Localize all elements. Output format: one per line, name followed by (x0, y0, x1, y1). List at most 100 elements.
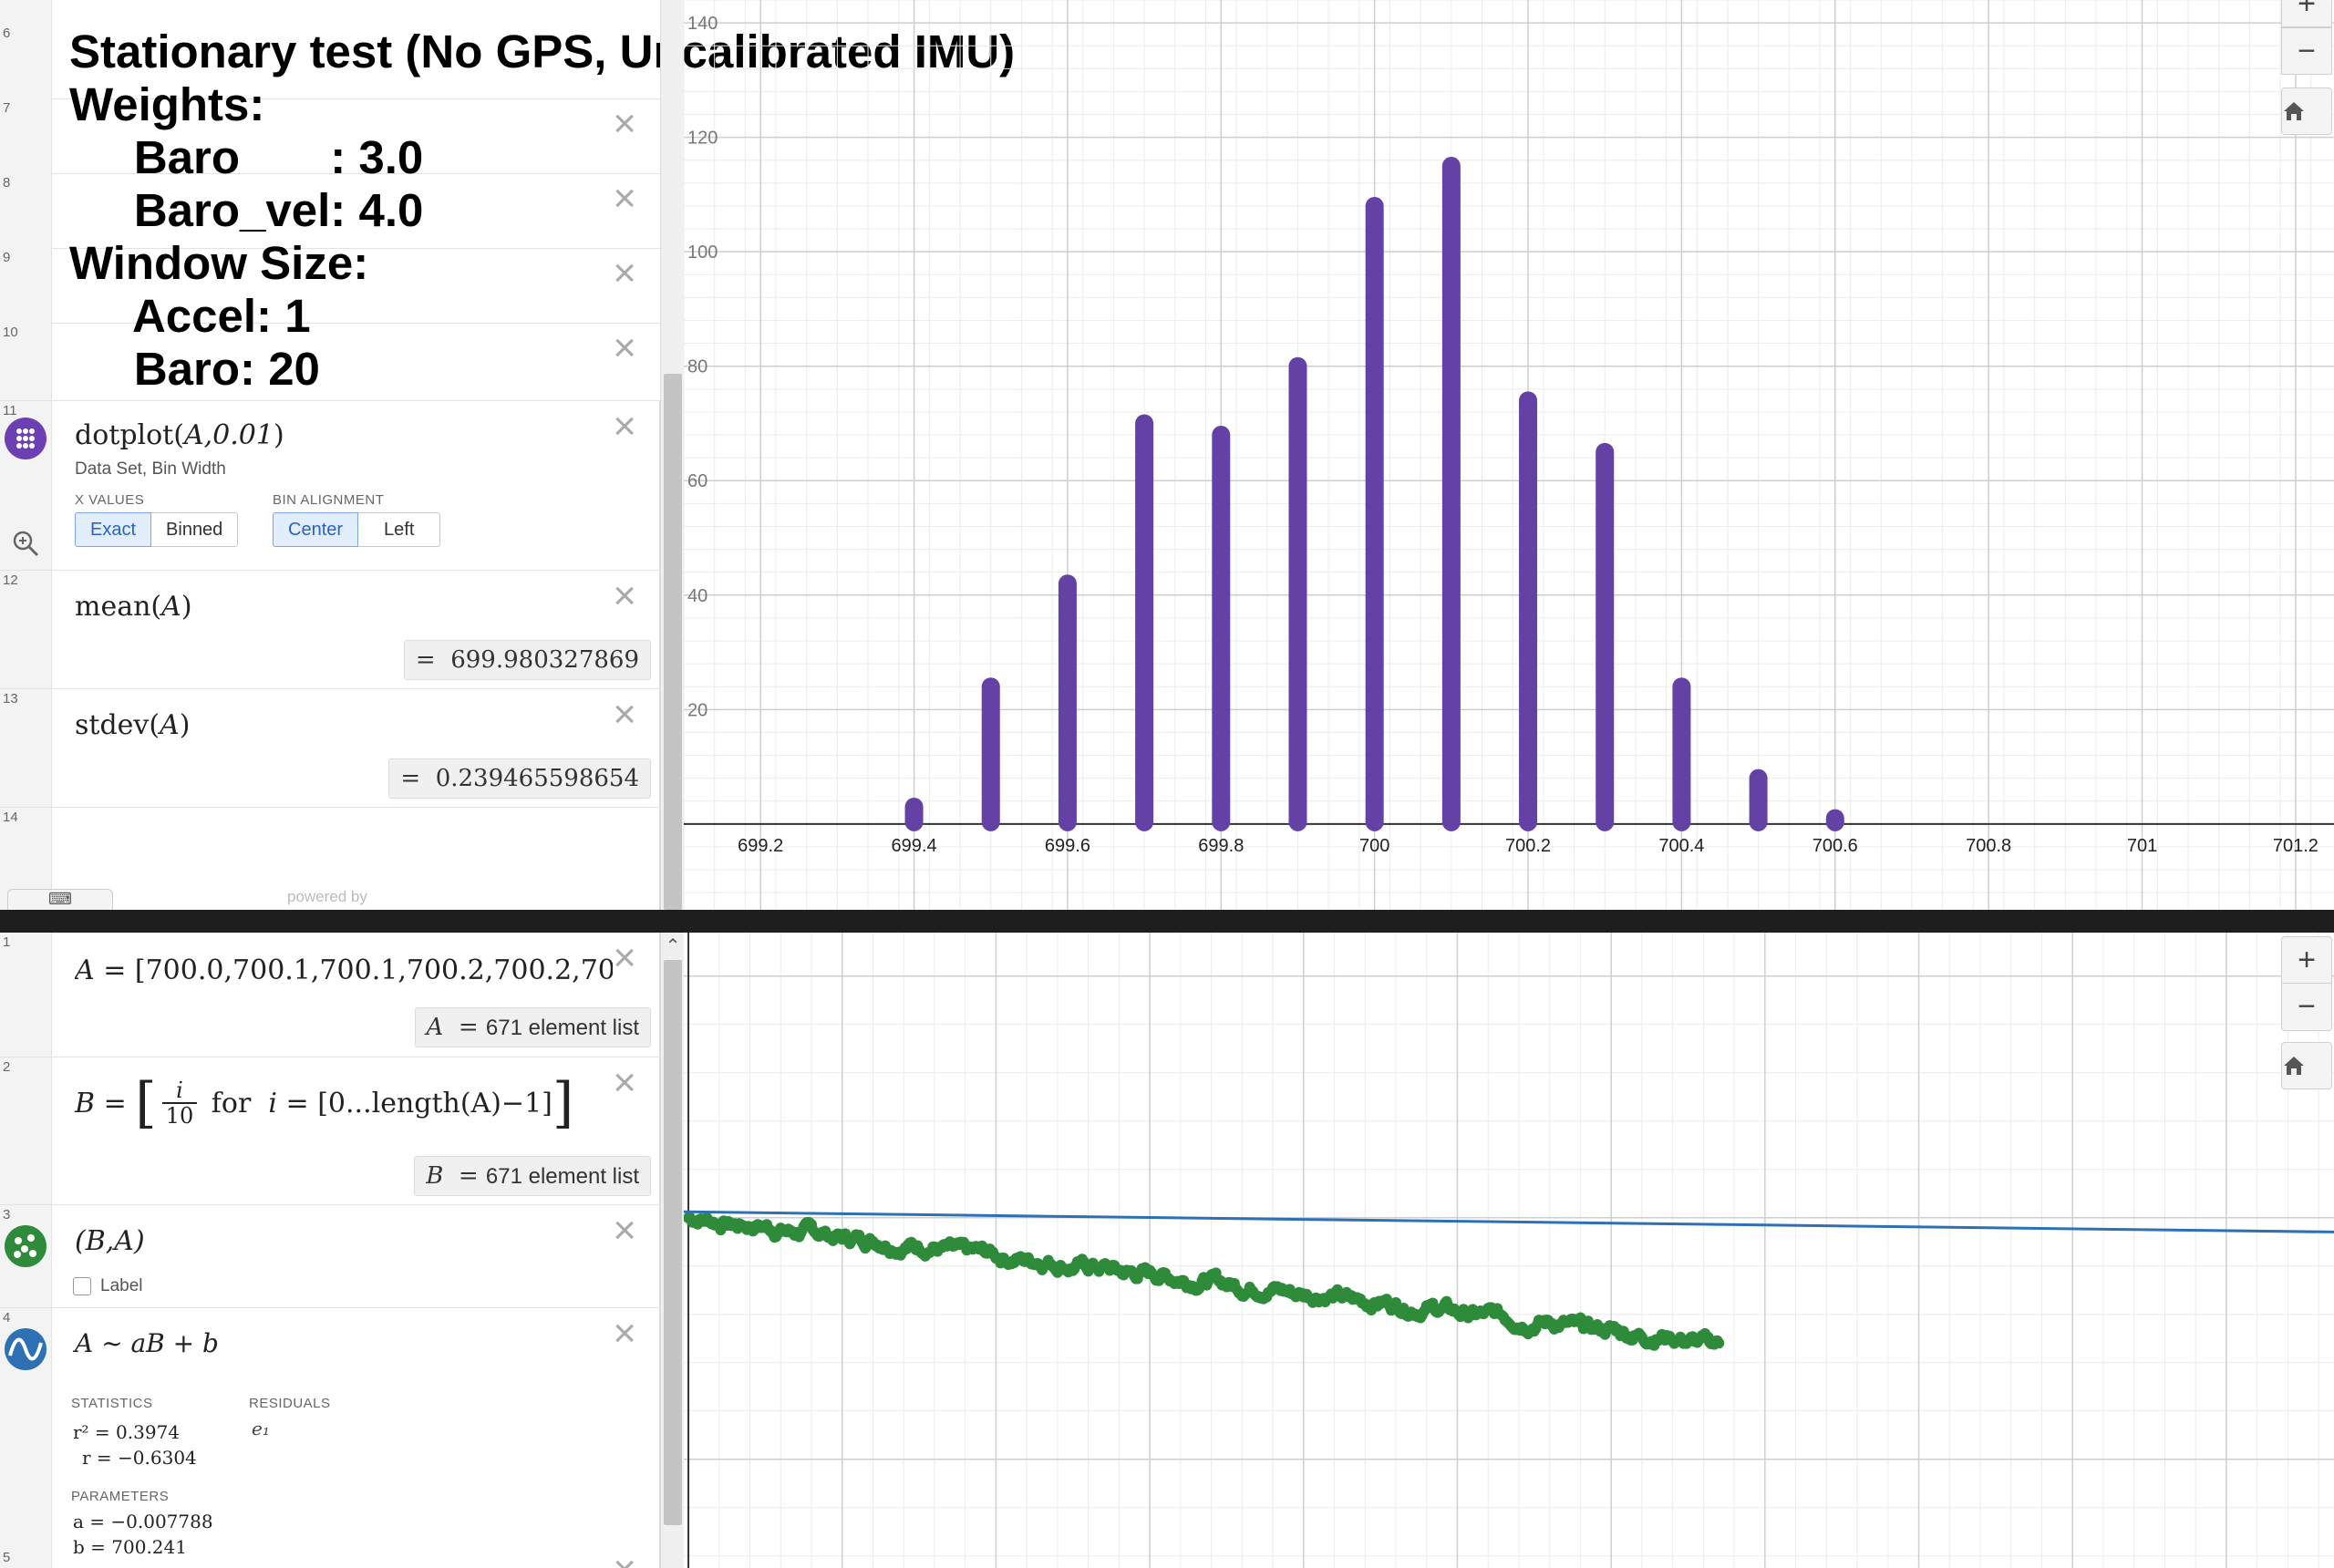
row-number: 1 (3, 934, 11, 950)
x-tick-label: 699.2 (738, 836, 783, 856)
empty-expression[interactable]: 5 × (0, 1550, 660, 1568)
scroll-up-icon[interactable]: ⌃ (661, 934, 685, 956)
x-tick-label: 701 (2127, 836, 2157, 856)
points-formula[interactable]: (B,A) (75, 1225, 145, 1257)
x-tick-label: 700 (1359, 836, 1389, 856)
row-number: 12 (3, 573, 18, 588)
stdev-formula[interactable]: stdev(A) (75, 709, 190, 741)
list-b-expression[interactable]: 2 × B = [ i 10 for i = [0...length(A)−1]]… (0, 1057, 660, 1205)
points-style-icon[interactable] (5, 1225, 46, 1267)
mean-result: = 699.980327869 (403, 640, 651, 680)
scatter-graph[interactable]: 690700710 + − (684, 933, 2334, 1568)
expression-gutter: 1 (0, 933, 52, 1057)
fraction: i 10 (161, 1078, 198, 1128)
regression-formula[interactable]: A ~ aB + b (75, 1328, 219, 1358)
y-tick-label: 100 (687, 242, 718, 263)
delete-expression-icon[interactable]: × (613, 1550, 636, 1568)
delete-expression-icon[interactable]: × (613, 1063, 636, 1103)
points-expression[interactable]: 3 × (B,A) Label (0, 1205, 660, 1308)
function-name: stdev (75, 709, 150, 741)
residuals-label: RESIDUALS (249, 1396, 331, 1411)
x-tick-label: 700.8 (1966, 836, 2011, 856)
y-tick-label: 120 (687, 129, 718, 149)
delete-expression-icon[interactable]: × (613, 1314, 636, 1354)
y-tick-label: 20 (687, 700, 707, 720)
dotplot-graph[interactable]: 699.2 699.4 699.6 699.8 700 700.2 700.4 700.6 70… (684, 0, 2334, 910)
regression-icon[interactable] (5, 1328, 46, 1370)
r-value: r = −0.6304 (82, 1447, 197, 1469)
regression-expression[interactable]: 4 × A ~ aB + b STATISTICS RESIDUALS r² =… (0, 1308, 660, 1568)
delete-expression-icon[interactable]: × (613, 407, 636, 447)
row-number: 9 (3, 250, 11, 265)
scrollbar-thumb[interactable] (664, 960, 682, 1525)
powered-by-label: powered by (287, 888, 367, 905)
dotplot-expression[interactable]: 11 × dotplot(A,0.01) Data Set, Bin Width… (0, 401, 660, 571)
list-a-formula[interactable]: A = [700.0,700.1,700.1,700.2,700.2,700.2… (75, 954, 613, 986)
stdev-value: 0.239465598654 (435, 765, 639, 792)
parameter-a-value: a = −0.007788 (73, 1511, 213, 1532)
zoom-in-button[interactable]: + (2281, 936, 2332, 984)
stdev-expression[interactable]: 13 × stdev(A) = 0.239465598654 (0, 689, 660, 808)
top-calculator-pane: 6 7 8 9 10 × × × × Stationary test (No G… (0, 0, 2334, 910)
expression-scrollbar[interactable] (660, 0, 684, 910)
mean-formula[interactable]: mean(A) (75, 591, 192, 623)
y-tick-label: 40 (687, 586, 707, 606)
scatter-canvas[interactable]: 690700710 (684, 933, 2334, 1568)
function-name: mean (75, 591, 151, 623)
center-button[interactable]: Center (273, 512, 359, 547)
row-number: 13 (3, 691, 18, 707)
zoom-in-button[interactable]: + (2281, 0, 2332, 27)
minus-icon: − (2298, 989, 2316, 1024)
row-number: 7 (3, 100, 11, 116)
mean-expression[interactable]: 12 × mean(A) = 699.980327869 (0, 571, 660, 689)
expression-list-bottom: 1 × A = [700.0,700.1,700.1,700.2,700.2,7… (0, 933, 660, 1568)
home-icon (2284, 1057, 2304, 1075)
zoom-out-button[interactable]: − (2281, 984, 2332, 1031)
list-a-expression[interactable]: 1 × A = [700.0,700.1,700.1,700.2,700.2,7… (0, 933, 660, 1057)
dotplot-canvas[interactable]: 699.2 699.4 699.6 699.8 700 700.2 700.4 700.6 70… (684, 0, 2334, 910)
delete-expression-icon[interactable]: × (613, 576, 636, 616)
delete-expression-icon[interactable]: × (613, 1211, 636, 1251)
delete-expression-icon[interactable]: × (613, 938, 636, 978)
list-b-formula[interactable]: B = [ i 10 for i = [0...length(A)−1]] (75, 1076, 573, 1130)
list-a-length: 671 element list (485, 1016, 639, 1040)
default-viewport-button[interactable] (2281, 1042, 2332, 1089)
expression-scrollbar[interactable]: ⌃ (660, 933, 684, 1568)
bin-alignment-toggle: Center Left (273, 512, 441, 547)
minus-icon: − (2298, 34, 2316, 68)
function-name: dotplot (75, 419, 174, 451)
x-tick-label: 700.6 (1812, 836, 1858, 856)
x-values-label: X VALUES (75, 492, 145, 508)
binned-button[interactable]: Binned (151, 512, 239, 547)
y-tick-label: 60 (687, 471, 707, 491)
row-number: 3 (3, 1207, 11, 1222)
zoom-out-button[interactable]: − (2281, 27, 2332, 75)
loop-variable: i (268, 1087, 277, 1119)
dotplot-icon[interactable] (5, 418, 46, 459)
delete-expression-icon[interactable]: × (613, 695, 636, 735)
expression-gutter: 13 (0, 689, 52, 807)
bottom-calculator-pane: 1 × A = [700.0,700.1,700.1,700.2,700.2,7… (0, 933, 2334, 1568)
label-checkbox[interactable] (73, 1277, 91, 1295)
exact-button[interactable]: Exact (75, 512, 152, 547)
dotplot-formula[interactable]: dotplot(A,0.01) (75, 419, 284, 451)
regression-text: A ~ aB + b (75, 1328, 219, 1358)
r-squared-value: r² = 0.3974 (73, 1421, 181, 1443)
note-expression[interactable]: 6 7 8 9 10 × × × × Stationary test (No G… (0, 0, 1015, 401)
expression-gutter: 12 (0, 571, 52, 688)
zoom-fit-icon[interactable] (11, 529, 40, 562)
residuals-variable[interactable]: e₁ (252, 1418, 270, 1439)
keyboard-toggle-button[interactable]: ⌨ (7, 889, 113, 910)
default-viewport-button[interactable] (2281, 88, 2332, 135)
label-checkbox-text: Label (100, 1276, 143, 1295)
left-button[interactable]: Left (358, 512, 441, 547)
list-b-result: B = 671 element list (414, 1156, 651, 1196)
pane-divider (0, 910, 2334, 933)
x-tick-label: 700.4 (1658, 836, 1704, 856)
numerator: i (176, 1078, 183, 1103)
points-text: (B,A) (75, 1225, 145, 1257)
row-number: 11 (3, 403, 17, 418)
x-tick-label: 699.4 (892, 836, 937, 856)
scrollbar-thumb[interactable] (664, 374, 682, 910)
label-option[interactable]: Label (73, 1276, 143, 1296)
